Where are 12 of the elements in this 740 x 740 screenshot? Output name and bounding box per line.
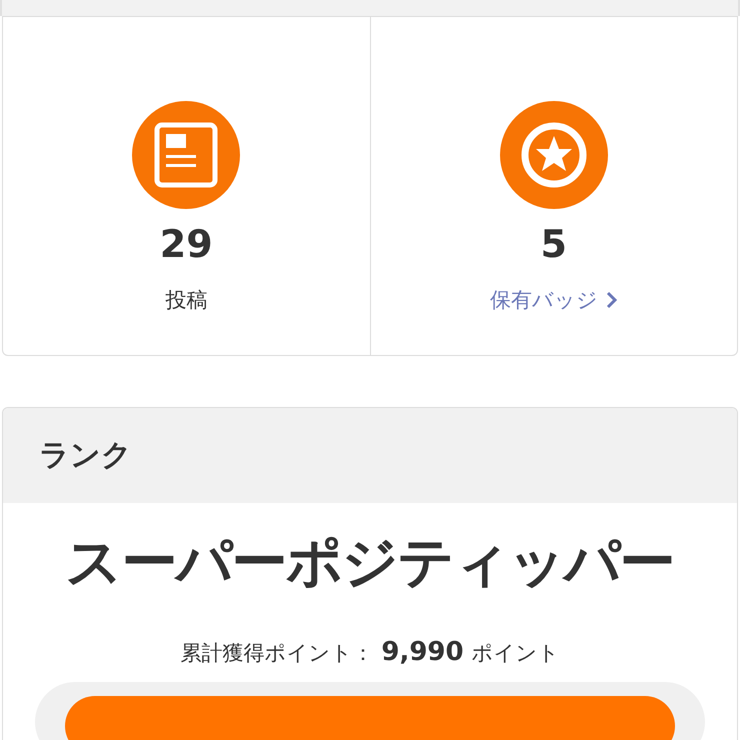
points-label: 累計獲得ポイント：: [180, 640, 374, 667]
chevron-right-icon: [606, 291, 618, 310]
star-badge-icon: [500, 101, 608, 209]
rank-header-title: ランク: [39, 437, 132, 475]
stat-label: 投稿: [165, 286, 208, 314]
points-value: 9,990: [381, 636, 464, 669]
stat-value: 29: [160, 221, 213, 268]
stat-value: 5: [540, 221, 567, 268]
points-unit: ポイント: [472, 640, 560, 667]
document-icon: [132, 101, 240, 209]
badges-link[interactable]: 保有バッジ: [490, 284, 618, 316]
rank-name: スーパーポジティッパー: [66, 535, 674, 591]
